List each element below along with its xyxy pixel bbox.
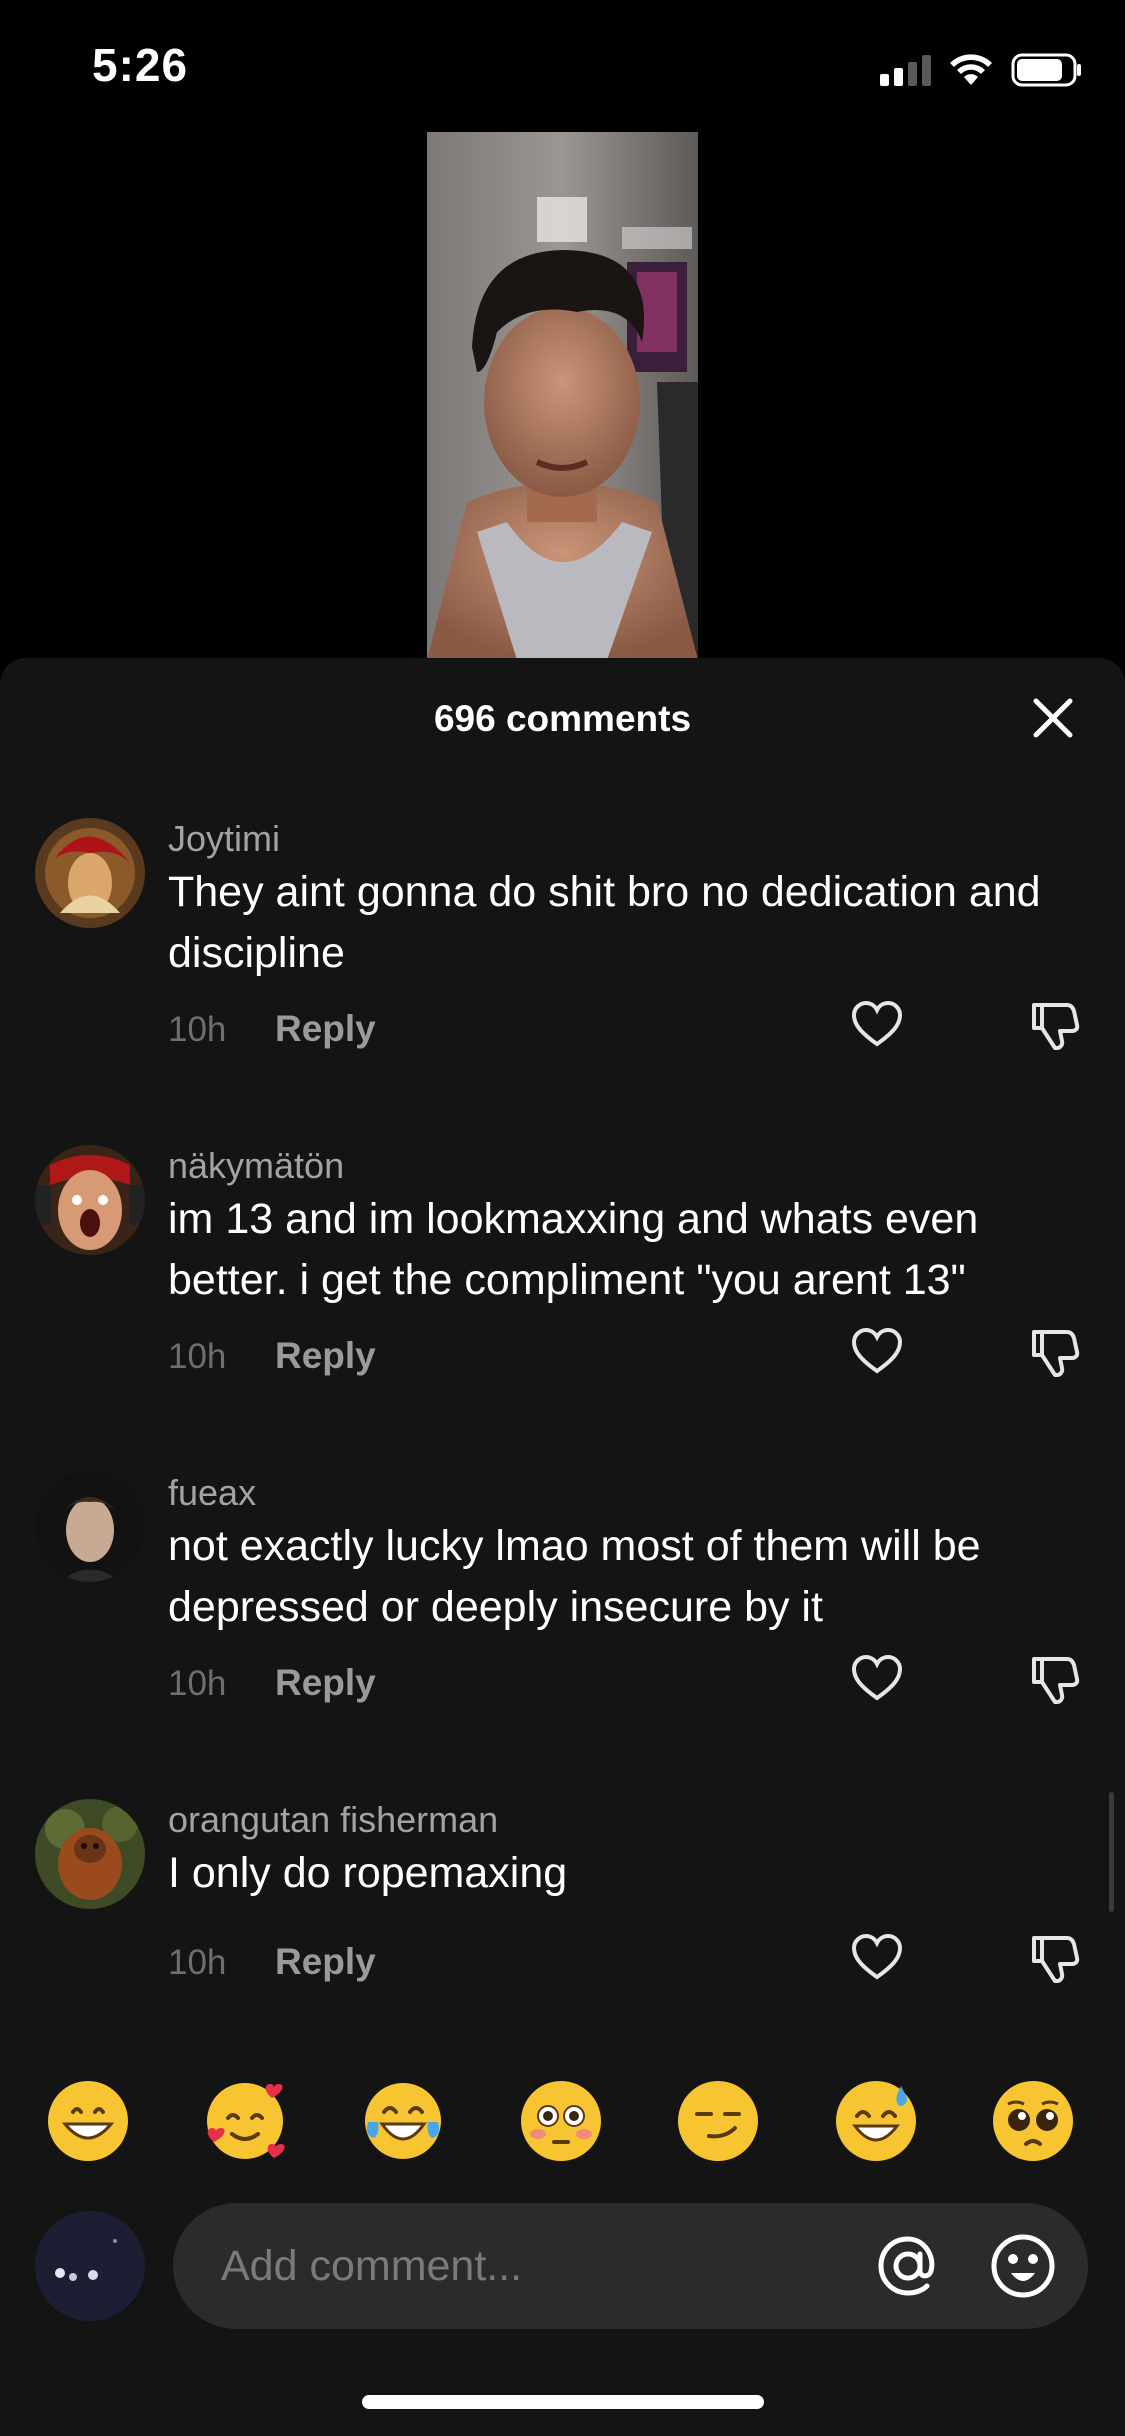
avatar[interactable]	[35, 818, 145, 928]
wifi-icon	[950, 54, 992, 85]
avatar[interactable]	[35, 1472, 145, 1582]
scroll-indicator[interactable]	[1109, 1792, 1114, 1912]
smirking-face-emoji-icon[interactable]	[675, 2078, 761, 2164]
dislike-icon[interactable]	[1027, 1931, 1081, 1985]
comment-username[interactable]: Joytimi	[168, 818, 280, 860]
at-mention-icon[interactable]	[873, 2231, 943, 2301]
dislike-icon[interactable]	[1027, 998, 1081, 1052]
reply-button[interactable]: Reply	[275, 1941, 376, 1983]
comment-text: not exactly lucky lmao most of them will…	[168, 1522, 981, 1631]
battery-icon	[1011, 53, 1081, 87]
quick-emoji-bar	[0, 2078, 1125, 2178]
status-bar: 5:26	[0, 0, 1125, 140]
comment-timestamp: 10h	[168, 1337, 227, 1376]
comment-input[interactable]	[219, 2203, 819, 2329]
comment-username[interactable]: näkymätön	[168, 1145, 344, 1187]
comments-sheet: 696 comments Joytimi They aint gonna do …	[0, 658, 1125, 2436]
heart-icon[interactable]	[850, 1325, 904, 1379]
heart-icon[interactable]	[850, 1652, 904, 1706]
comment-timestamp: 10h	[168, 1010, 227, 1049]
smiling-face-with-hearts-emoji-icon[interactable]	[202, 2078, 288, 2164]
heart-icon[interactable]	[850, 1931, 904, 1985]
close-icon[interactable]	[1030, 695, 1076, 741]
comment-timestamp: 10h	[168, 1943, 227, 1982]
grinning-face-emoji-icon[interactable]	[45, 2078, 131, 2164]
dislike-icon[interactable]	[1027, 1325, 1081, 1379]
dislike-icon[interactable]	[1027, 1652, 1081, 1706]
grinning-face-with-sweat-emoji-icon[interactable]	[833, 2078, 919, 2164]
reply-button[interactable]: Reply	[275, 1335, 376, 1377]
home-indicator	[362, 2395, 764, 2409]
comment-username[interactable]: fueax	[168, 1472, 256, 1514]
status-time: 5:26	[92, 39, 189, 91]
comment-text: I only do ropemaxing	[168, 1849, 568, 1897]
emoji-picker-icon[interactable]	[988, 2231, 1058, 2301]
cellular-signal-icon	[880, 54, 931, 86]
status-icons	[880, 50, 1083, 90]
sheet-header: 696 comments	[0, 658, 1125, 778]
video-frame-image	[427, 132, 698, 660]
comments-count-title: 696 comments	[433, 698, 692, 739]
heart-icon[interactable]	[850, 998, 904, 1052]
pleading-face-emoji-icon[interactable]	[990, 2078, 1076, 2164]
video-area[interactable]	[0, 132, 1125, 660]
avatar[interactable]	[35, 1799, 145, 1909]
comment-username[interactable]: orangutan fisherman	[168, 1799, 498, 1841]
current-user-avatar[interactable]	[35, 2211, 145, 2321]
comment-text: im 13 and im lookmaxxing and whats even …	[168, 1195, 979, 1304]
reply-button[interactable]: Reply	[275, 1008, 376, 1050]
avatar[interactable]	[35, 1145, 145, 1255]
reply-button[interactable]: Reply	[275, 1662, 376, 1704]
comment-timestamp: 10h	[168, 1664, 227, 1703]
flushed-face-emoji-icon[interactable]	[518, 2078, 604, 2164]
face-with-tears-of-joy-emoji-icon[interactable]	[360, 2078, 446, 2164]
comment-text: They aint gonna do shit bro no dedicatio…	[168, 868, 1041, 977]
video-thumbnail[interactable]	[427, 132, 698, 660]
comment-input-bar	[173, 2203, 1088, 2329]
